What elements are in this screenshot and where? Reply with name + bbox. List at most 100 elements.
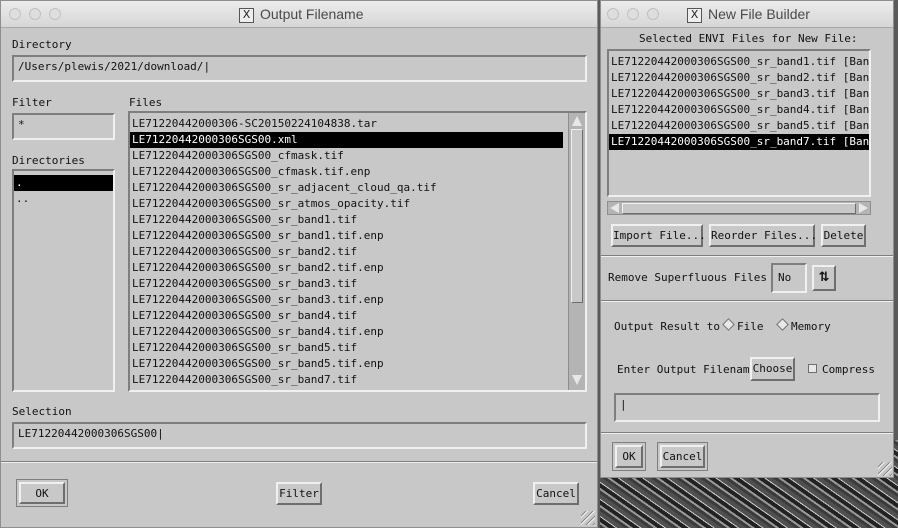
window-title-text: Output Filename bbox=[260, 6, 364, 22]
selection-label: Selection bbox=[12, 405, 72, 418]
window-title-text: New File Builder bbox=[708, 6, 810, 22]
selected-file-item[interactable]: LE71220442000306SGS00_sr_band2.tif [Band… bbox=[609, 70, 869, 86]
horizontal-scrollbar[interactable] bbox=[607, 201, 871, 215]
divider bbox=[601, 432, 893, 434]
radio-diamond-icon bbox=[776, 318, 789, 331]
divider bbox=[601, 300, 893, 302]
output-filename-window: X Output Filename Directory /Users/plewis… bbox=[0, 0, 598, 528]
output-result-label: Output Result to bbox=[614, 320, 720, 333]
resize-grip-icon[interactable] bbox=[878, 462, 892, 476]
choose-button[interactable]: Choose bbox=[750, 357, 795, 381]
divider bbox=[1, 461, 597, 463]
file-item[interactable]: LE71220442000306SGS00_cfmask.tif bbox=[130, 148, 585, 164]
files-scrollbar[interactable] bbox=[568, 113, 585, 390]
file-item[interactable]: LE71220442000306SGS00_sr_band3.tif.enp bbox=[130, 292, 585, 308]
selected-file-item[interactable]: LE71220442000306SGS00_sr_band5.tif [Band… bbox=[609, 118, 869, 134]
resize-grip-icon[interactable] bbox=[581, 511, 595, 525]
scroll-right-arrow-icon[interactable] bbox=[859, 203, 868, 213]
minimize-window-button[interactable] bbox=[627, 8, 639, 20]
filter-label: Filter bbox=[12, 96, 52, 109]
directory-input-value: /Users/plewis/2021/download/ bbox=[18, 60, 204, 73]
selected-file-item[interactable]: LE71220442000306SGS00_sr_band4.tif [Band… bbox=[609, 102, 869, 118]
file-item[interactable]: LE71220442000306SGS00_sr_band7.tif bbox=[130, 372, 585, 388]
reorder-files-button[interactable]: Reorder Files... bbox=[709, 224, 817, 247]
selection-input[interactable]: LE71220442000306SGS00| bbox=[12, 422, 587, 449]
file-item[interactable]: LE71220442000306-SC20150224104838.tar bbox=[130, 116, 585, 132]
directories-label: Directories bbox=[12, 154, 85, 167]
builder-ok-button[interactable]: OK bbox=[615, 445, 643, 468]
x11-icon: X bbox=[239, 8, 254, 23]
selected-files-label: Selected ENVI Files for New File: bbox=[639, 32, 858, 45]
builder-ok-button-frame: OK bbox=[612, 442, 646, 471]
scroll-down-arrow-icon[interactable] bbox=[572, 375, 582, 385]
delete-button[interactable]: Delete bbox=[821, 224, 866, 247]
output-file-radio[interactable]: File bbox=[722, 318, 764, 333]
filter-button[interactable]: Filter bbox=[276, 482, 322, 505]
ok-button-frame: OK bbox=[16, 479, 68, 507]
compress-checkbox-label: Compress bbox=[822, 363, 875, 376]
files-list[interactable]: LE71220442000306-SC20150224104838.tar LE… bbox=[128, 111, 587, 392]
selected-file-item-highlighted[interactable]: LE71220442000306SGS00_sr_band7.tif [Band… bbox=[609, 134, 869, 150]
output-file-radio-label: File bbox=[737, 320, 764, 333]
cancel-button[interactable]: Cancel bbox=[533, 482, 579, 505]
toggle-arrows-icon[interactable]: ⇅ bbox=[812, 265, 836, 291]
radio-diamond-icon bbox=[722, 318, 735, 331]
file-item[interactable]: LE71220442000306SGS00_sr_band2.tif bbox=[130, 244, 585, 260]
selected-file-item[interactable]: LE71220442000306SGS00_sr_band1.tif [Band… bbox=[609, 54, 869, 70]
compress-checkbox[interactable]: Compress bbox=[808, 363, 875, 376]
remove-superfluous-label: Remove Superfluous Files ? bbox=[608, 271, 781, 284]
window-title: X New File Builder bbox=[687, 6, 810, 23]
title-bar[interactable]: X Output Filename bbox=[1, 1, 597, 28]
close-window-button[interactable] bbox=[9, 8, 21, 20]
zoom-window-button[interactable] bbox=[647, 8, 659, 20]
scroll-left-arrow-icon[interactable] bbox=[610, 203, 619, 213]
scroll-thumb[interactable] bbox=[571, 129, 583, 303]
directory-item-current[interactable]: . bbox=[14, 175, 113, 191]
title-bar[interactable]: X New File Builder bbox=[601, 1, 893, 28]
directories-list[interactable]: . .. bbox=[12, 169, 115, 392]
minimize-window-button[interactable] bbox=[29, 8, 41, 20]
enter-output-filename-label: Enter Output Filename bbox=[617, 363, 757, 376]
file-item[interactable]: LE71220442000306SGS00_sr_band3.tif bbox=[130, 276, 585, 292]
file-item[interactable]: LE71220442000306SGS00_sr_adjacent_cloud_… bbox=[130, 180, 585, 196]
directory-input[interactable]: /Users/plewis/2021/download/| bbox=[12, 55, 587, 82]
files-label: Files bbox=[129, 96, 163, 109]
scroll-up-arrow-icon[interactable] bbox=[572, 116, 582, 126]
zoom-window-button[interactable] bbox=[49, 8, 61, 20]
filter-input-value: * bbox=[18, 118, 25, 131]
file-item[interactable]: LE71220442000306SGS00_sr_band5.tif bbox=[130, 340, 585, 356]
file-item[interactable]: LE71220442000306SGS00_cfmask.tif.enp bbox=[130, 164, 585, 180]
builder-cancel-button[interactable]: Cancel bbox=[660, 445, 705, 468]
text-cursor: | bbox=[203, 60, 211, 73]
directory-label: Directory bbox=[12, 38, 72, 51]
window-title: X Output Filename bbox=[239, 6, 364, 23]
builder-cancel-button-frame: Cancel bbox=[657, 442, 708, 471]
text-cursor: | bbox=[157, 427, 164, 440]
divider bbox=[601, 255, 893, 257]
selected-files-list[interactable]: LE71220442000306SGS00_sr_band1.tif [Band… bbox=[607, 49, 871, 197]
file-item[interactable]: LE71220442000306SGS00_sr_band1.tif bbox=[130, 212, 585, 228]
file-item[interactable]: LE71220442000306SGS00_sr_band5.tif.enp bbox=[130, 356, 585, 372]
selection-input-value: LE71220442000306SGS00 bbox=[18, 427, 158, 440]
remove-superfluous-value-field[interactable]: No bbox=[771, 263, 807, 293]
scroll-thumb[interactable] bbox=[622, 203, 856, 214]
text-cursor: | bbox=[620, 398, 627, 411]
file-item-selected[interactable]: LE71220442000306SGS00.xml bbox=[130, 132, 563, 148]
close-window-button[interactable] bbox=[607, 8, 619, 20]
checkbox-icon bbox=[808, 364, 817, 373]
remove-superfluous-value: No bbox=[778, 271, 792, 284]
directory-item-parent[interactable]: .. bbox=[14, 191, 113, 207]
ok-button[interactable]: OK bbox=[19, 482, 65, 504]
x11-icon: X bbox=[687, 8, 702, 23]
file-item[interactable]: LE71220442000306SGS00_sr_atmos_opacity.t… bbox=[130, 196, 585, 212]
file-item[interactable]: LE71220442000306SGS00_sr_band2.tif.enp bbox=[130, 260, 585, 276]
output-memory-radio[interactable]: Memory bbox=[776, 318, 831, 333]
file-item[interactable]: LE71220442000306SGS00_sr_band4.tif bbox=[130, 308, 585, 324]
selected-file-item[interactable]: LE71220442000306SGS00_sr_band3.tif [Band… bbox=[609, 86, 869, 102]
import-file-button[interactable]: Import File... bbox=[611, 224, 706, 247]
filter-input[interactable]: * bbox=[12, 113, 115, 140]
output-filename-input[interactable]: | bbox=[614, 393, 880, 422]
new-file-builder-window: X New File Builder Selected ENVI Files fo… bbox=[600, 0, 894, 478]
file-item[interactable]: LE71220442000306SGS00_sr_band1.tif.enp bbox=[130, 228, 585, 244]
file-item[interactable]: LE71220442000306SGS00_sr_band4.tif.enp bbox=[130, 324, 585, 340]
